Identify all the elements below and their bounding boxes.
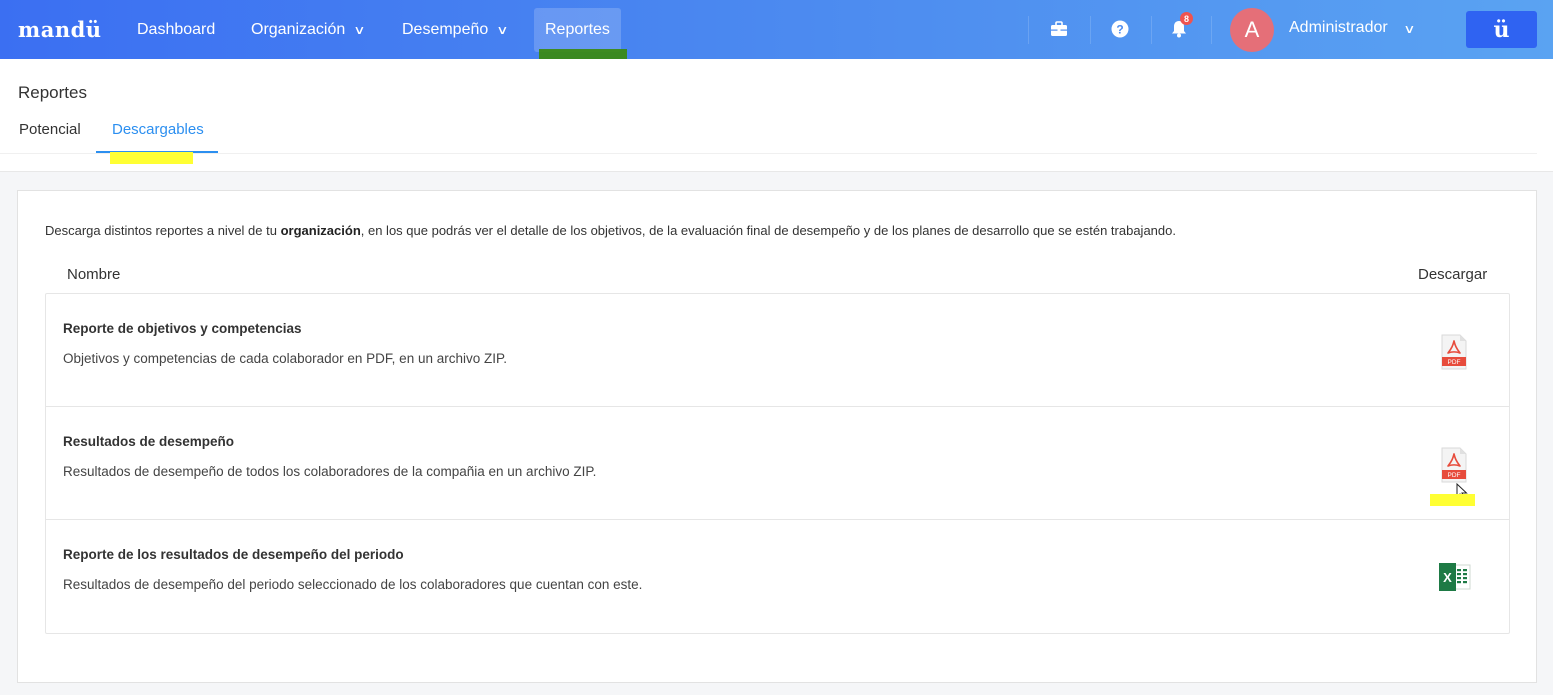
tab-descargables[interactable]: Descargables [112, 121, 204, 138]
tab-divider [0, 153, 1537, 154]
svg-text:X: X [1443, 570, 1452, 585]
report-description: Resultados de desempeño del periodo sele… [63, 577, 643, 592]
page-title: Reportes [18, 83, 87, 102]
intro-suffix: , en los que podrás ver el detalle de lo… [360, 223, 1176, 238]
briefcase-icon[interactable] [1048, 18, 1070, 40]
report-description: Resultados de desempeño de todos los col… [63, 464, 597, 479]
nav-reportes[interactable]: Reportes [534, 8, 621, 52]
chevron-down-icon: ∨ [496, 23, 509, 37]
nav-dashboard-label: Dashboard [137, 21, 216, 38]
intro-bold: organización [280, 223, 361, 238]
mandu-logo[interactable]: mandü [18, 17, 102, 42]
tab-potencial[interactable]: Potencial [19, 121, 81, 138]
table-row: Reporte de los resultados de desempeño d… [46, 520, 1509, 633]
divider [1211, 16, 1212, 44]
pdf-download-icon[interactable]: PDF [1438, 447, 1470, 483]
divider [1090, 16, 1091, 44]
chevron-down-icon[interactable]: ∨ [1403, 22, 1415, 36]
nav-dashboard[interactable]: Dashboard [126, 8, 226, 52]
nav-desempeno[interactable]: Desempeño ∨ [391, 8, 518, 52]
notification-badge: 8 [1180, 12, 1193, 25]
divider [1151, 16, 1152, 44]
intro-prefix: Descarga distintos reportes a nivel de t… [45, 223, 281, 238]
reports-table: Reporte de objetivos y competencias Obje… [45, 293, 1510, 634]
page-header: Reportes Potencial Descargables [0, 59, 1553, 172]
table-row: Reporte de objetivos y competencias Obje… [46, 294, 1509, 407]
table-row: Resultados de desempeño Resultados de de… [46, 407, 1509, 520]
help-icon[interactable]: ? [1109, 18, 1131, 40]
nav-organizacion[interactable]: Organización ∨ [240, 8, 375, 52]
excel-download-icon[interactable]: X [1438, 562, 1471, 598]
annotation-highlight [110, 152, 193, 164]
downloads-card: Descarga distintos reportes a nivel de t… [17, 190, 1537, 683]
avatar[interactable]: A [1230, 8, 1274, 52]
nav-desempeno-label: Desempeño [402, 21, 489, 38]
brand-button[interactable]: ü [1466, 11, 1537, 48]
svg-text:?: ? [1116, 23, 1123, 37]
report-title: Resultados de desempeño [63, 434, 235, 449]
user-name[interactable]: Administrador [1289, 19, 1388, 37]
column-header-name: Nombre [67, 266, 121, 283]
top-navbar: mandü Dashboard Organización ∨ Desempeño… [0, 0, 1553, 59]
intro-text: Descarga distintos reportes a nivel de t… [45, 223, 1176, 238]
pdf-label: PDF [1448, 472, 1461, 479]
column-header-download: Descargar [1418, 266, 1488, 283]
nav-reportes-label: Reportes [545, 21, 610, 38]
nav-organizacion-label: Organización [251, 21, 346, 38]
report-title: Reporte de los resultados de desempeño d… [63, 547, 404, 562]
divider [1028, 16, 1029, 44]
report-description: Objetivos y competencias de cada colabor… [63, 351, 507, 366]
pdf-download-icon[interactable]: PDF [1438, 334, 1470, 370]
report-title: Reporte de objetivos y competencias [63, 321, 302, 336]
chevron-down-icon: ∨ [353, 23, 366, 37]
annotation-highlight [1430, 494, 1475, 506]
pdf-label: PDF [1448, 359, 1461, 366]
